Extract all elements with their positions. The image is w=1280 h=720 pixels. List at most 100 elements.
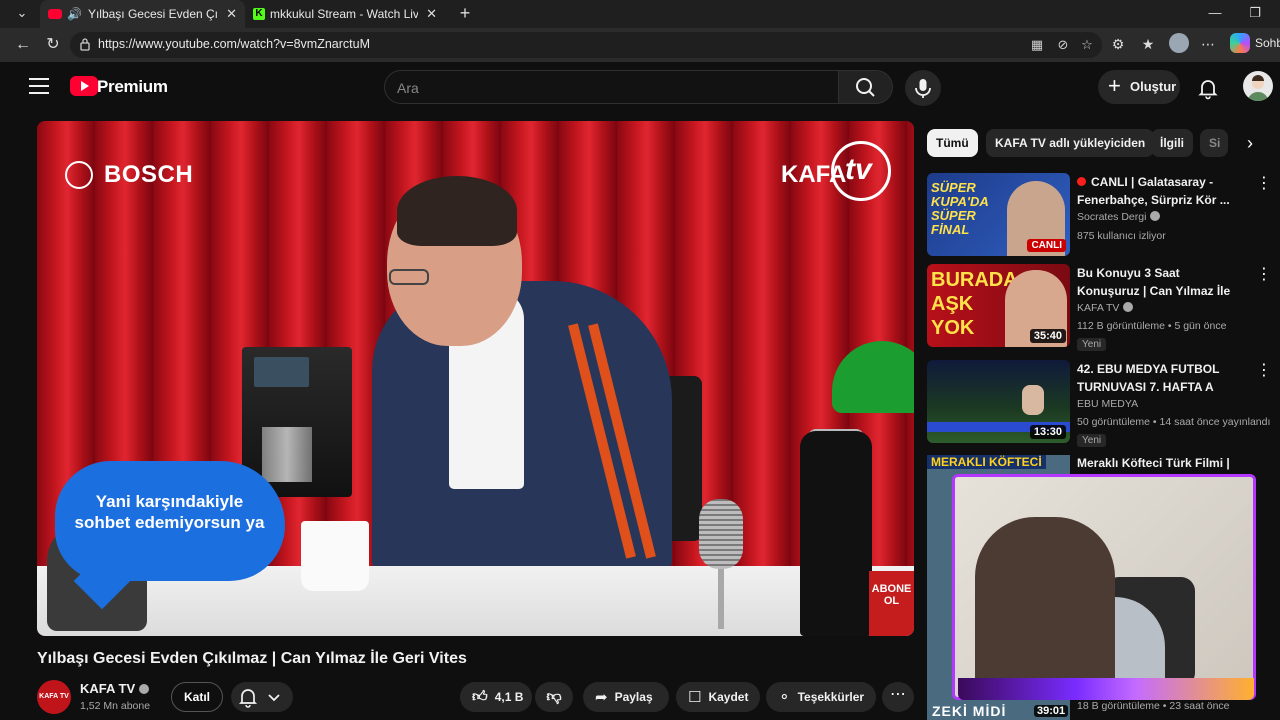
channel-avatar[interactable]: KAFA TV <box>37 680 71 714</box>
join-button[interactable]: Katıl <box>171 682 223 712</box>
recommendation-title[interactable]: Meraklı Köfteci Türk Filmi | <box>1077 456 1230 470</box>
more-actions-icon[interactable]: ⋯ <box>882 682 914 712</box>
notifications-bell-icon[interactable] <box>1196 76 1220 100</box>
chip-all[interactable]: Tümü <box>927 129 978 157</box>
recommendation-thumbnail[interactable]: BURADA AŞK YOK 35:40 <box>927 264 1070 347</box>
reload-icon[interactable]: ↻ <box>41 33 65 57</box>
bell-icon <box>238 689 258 708</box>
recommendation-channel[interactable]: KAFA TV <box>1077 302 1134 314</box>
lock-icon <box>80 38 90 51</box>
youtube-premium-label[interactable]: Premium <box>97 77 168 97</box>
microphone-stand <box>718 569 724 629</box>
restore-icon[interactable]: ❐ <box>1235 0 1275 28</box>
sponsor-logo-text: BOSCH <box>104 161 194 188</box>
sticker-bottle <box>800 431 872 636</box>
kebab-menu-icon[interactable]: ⋮ <box>1256 362 1272 380</box>
like-button[interactable]: 👍︎ 4,1 B <box>460 682 532 712</box>
recommendation-thumbnail[interactable]: 13:30 <box>927 360 1070 443</box>
chip-partial[interactable]: Si <box>1200 129 1228 157</box>
host-glasses <box>389 269 429 285</box>
thanks-button[interactable]: ⚬ Teşekkürler <box>766 682 876 712</box>
speaker-icon[interactable]: 🔊 <box>67 7 82 21</box>
youtube-masthead: Premium + Oluştur <box>0 62 1280 114</box>
copilot-icon[interactable] <box>1230 33 1250 53</box>
kebab-menu-icon[interactable]: ⋮ <box>1256 266 1272 284</box>
webcam-frame-bar <box>958 678 1254 700</box>
subscription-bell-button[interactable] <box>231 682 293 712</box>
favorites-icon[interactable]: ★ <box>1138 34 1158 54</box>
recommendation-channel[interactable]: EBU MEDYA <box>1077 398 1138 410</box>
back-arrow-icon[interactable]: ← <box>11 33 35 57</box>
live-badge: CANLI <box>1027 239 1066 252</box>
minimize-icon[interactable]: — <box>1195 0 1235 28</box>
kafa-logo-text: KAFA <box>781 161 847 188</box>
speech-bubble-caption: Yani karşındakiyle sohbet edemiyorsun ya <box>74 492 265 532</box>
tab-list-chevron-icon[interactable]: ⌄ <box>10 2 34 24</box>
thumbnail-text: SÜPER KUPA'DA SÜPER FİNAL <box>931 180 989 237</box>
browser-tab-kick[interactable]: K mkkukul Stream - Watch Live on K ✕ <box>245 0 445 28</box>
verified-badge-icon <box>1123 302 1134 312</box>
extension-icon[interactable]: ⚙ <box>1108 34 1128 54</box>
channel-name-text[interactable]: KAFA TV <box>80 681 135 696</box>
chevron-right-icon[interactable]: › <box>1238 131 1262 155</box>
thumbs-down-icon: 👎︎ <box>546 688 562 705</box>
recommendation-title[interactable]: CANLI | Galatasaray - Fenerbahçe, Sürpri… <box>1077 173 1237 209</box>
close-tab-icon[interactable]: ✕ <box>426 6 437 22</box>
url-text[interactable]: https://www.youtube.com/watch?v=8vmZnarc… <box>98 37 370 51</box>
dislike-button[interactable]: 👎︎ <box>535 682 573 712</box>
app-grid-icon[interactable]: ▦ <box>1028 37 1046 53</box>
recommendation-thumbnail[interactable]: SÜPER KUPA'DA SÜPER FİNAL CANLI <box>927 173 1070 256</box>
share-button[interactable]: ➦ Paylaş <box>583 682 669 712</box>
recommendation-title-text[interactable]: CANLI | Galatasaray - Fenerbahçe, Sürpri… <box>1077 175 1230 207</box>
search-input[interactable] <box>397 77 817 99</box>
channel-text[interactable]: Socrates Dergi <box>1077 211 1146 223</box>
webcam-person-head <box>975 517 1115 697</box>
save-button[interactable]: ☐ Kaydet <box>676 682 760 712</box>
search-box <box>384 70 839 104</box>
search-button[interactable] <box>839 70 893 104</box>
channel-text[interactable]: KAFA TV <box>1077 302 1119 314</box>
new-tab-plus-icon[interactable]: + <box>455 0 475 28</box>
coffee-cup <box>301 521 369 591</box>
browser-tab-bar: ⌄ 🔊 Yılbaşı Gecesi Evden Çıkılmaz ✕ K mk… <box>0 0 1280 28</box>
profile-avatar-icon[interactable] <box>1169 33 1189 53</box>
chip-related[interactable]: İlgili <box>1151 129 1193 157</box>
account-avatar[interactable] <box>1243 71 1273 101</box>
verified-badge-icon <box>139 684 150 694</box>
bosch-logo-icon <box>65 161 93 189</box>
video-duration: 39:01 <box>1034 705 1069 717</box>
subscribe-badge: ABONE OL <box>869 571 914 636</box>
recommendation-title[interactable]: 42. EBU MEDYA FUTBOL TURNUVASI 7. HAFTA … <box>1077 360 1237 396</box>
address-bar[interactable]: https://www.youtube.com/watch?v=8vmZnarc… <box>70 32 1102 58</box>
kick-favicon-icon: K <box>253 8 265 20</box>
new-badge: Yeni <box>1077 434 1107 447</box>
recommendation-meta: 50 görüntüleme • 14 saat önce yayınlandı <box>1077 416 1271 428</box>
studio-microphone <box>699 499 743 569</box>
chip-from-channel[interactable]: KAFA TV adlı yükleyiciden <box>986 129 1155 157</box>
kebab-menu-icon[interactable]: ⋮ <box>1256 175 1272 193</box>
recommendation-channel[interactable]: Socrates Dergi <box>1077 211 1161 223</box>
more-menu-icon[interactable]: ⋯ <box>1198 34 1218 54</box>
webcam-overlay <box>952 474 1256 700</box>
voice-search-button[interactable] <box>905 70 941 106</box>
channel-name[interactable]: KAFA TV <box>80 681 150 696</box>
share-label: Paylaş <box>614 690 653 704</box>
subscriber-count: 1,52 Mn abone <box>80 700 151 712</box>
recommendation-meta: 875 kullanıcı izliyor <box>1077 230 1166 242</box>
copilot-label[interactable]: Sohb <box>1255 36 1280 50</box>
browser-tab-youtube[interactable]: 🔊 Yılbaşı Gecesi Evden Çıkılmaz ✕ <box>40 0 245 28</box>
favorite-star-icon[interactable]: ☆ <box>1078 37 1096 53</box>
youtube-logo-icon[interactable] <box>70 76 98 96</box>
close-tab-icon[interactable]: ✕ <box>226 6 237 22</box>
bookmark-icon: ☐ <box>688 689 702 706</box>
video-player[interactable]: BOSCH KAFA tv ABONE OL Yani karşındakiyl… <box>37 121 914 636</box>
tracking-prevention-icon[interactable]: ⊘ <box>1054 37 1072 53</box>
thumbnail-text: MERAKLI KÖFTECİ <box>927 455 1046 469</box>
recommendation-meta: 18 B görüntüleme • 23 saat önce <box>1077 700 1230 712</box>
recommendation-title[interactable]: Bu Konuyu 3 Saat Konuşuruz | Can Yılmaz … <box>1077 264 1237 300</box>
create-button[interactable]: + Oluştur <box>1098 70 1180 104</box>
tab-title: mkkukul Stream - Watch Live on K <box>270 7 419 21</box>
thanks-dollar-icon: ⚬ <box>778 689 791 706</box>
tab-title: Yılbaşı Gecesi Evden Çıkılmaz <box>87 7 219 21</box>
hamburger-menu-icon[interactable] <box>29 78 49 94</box>
